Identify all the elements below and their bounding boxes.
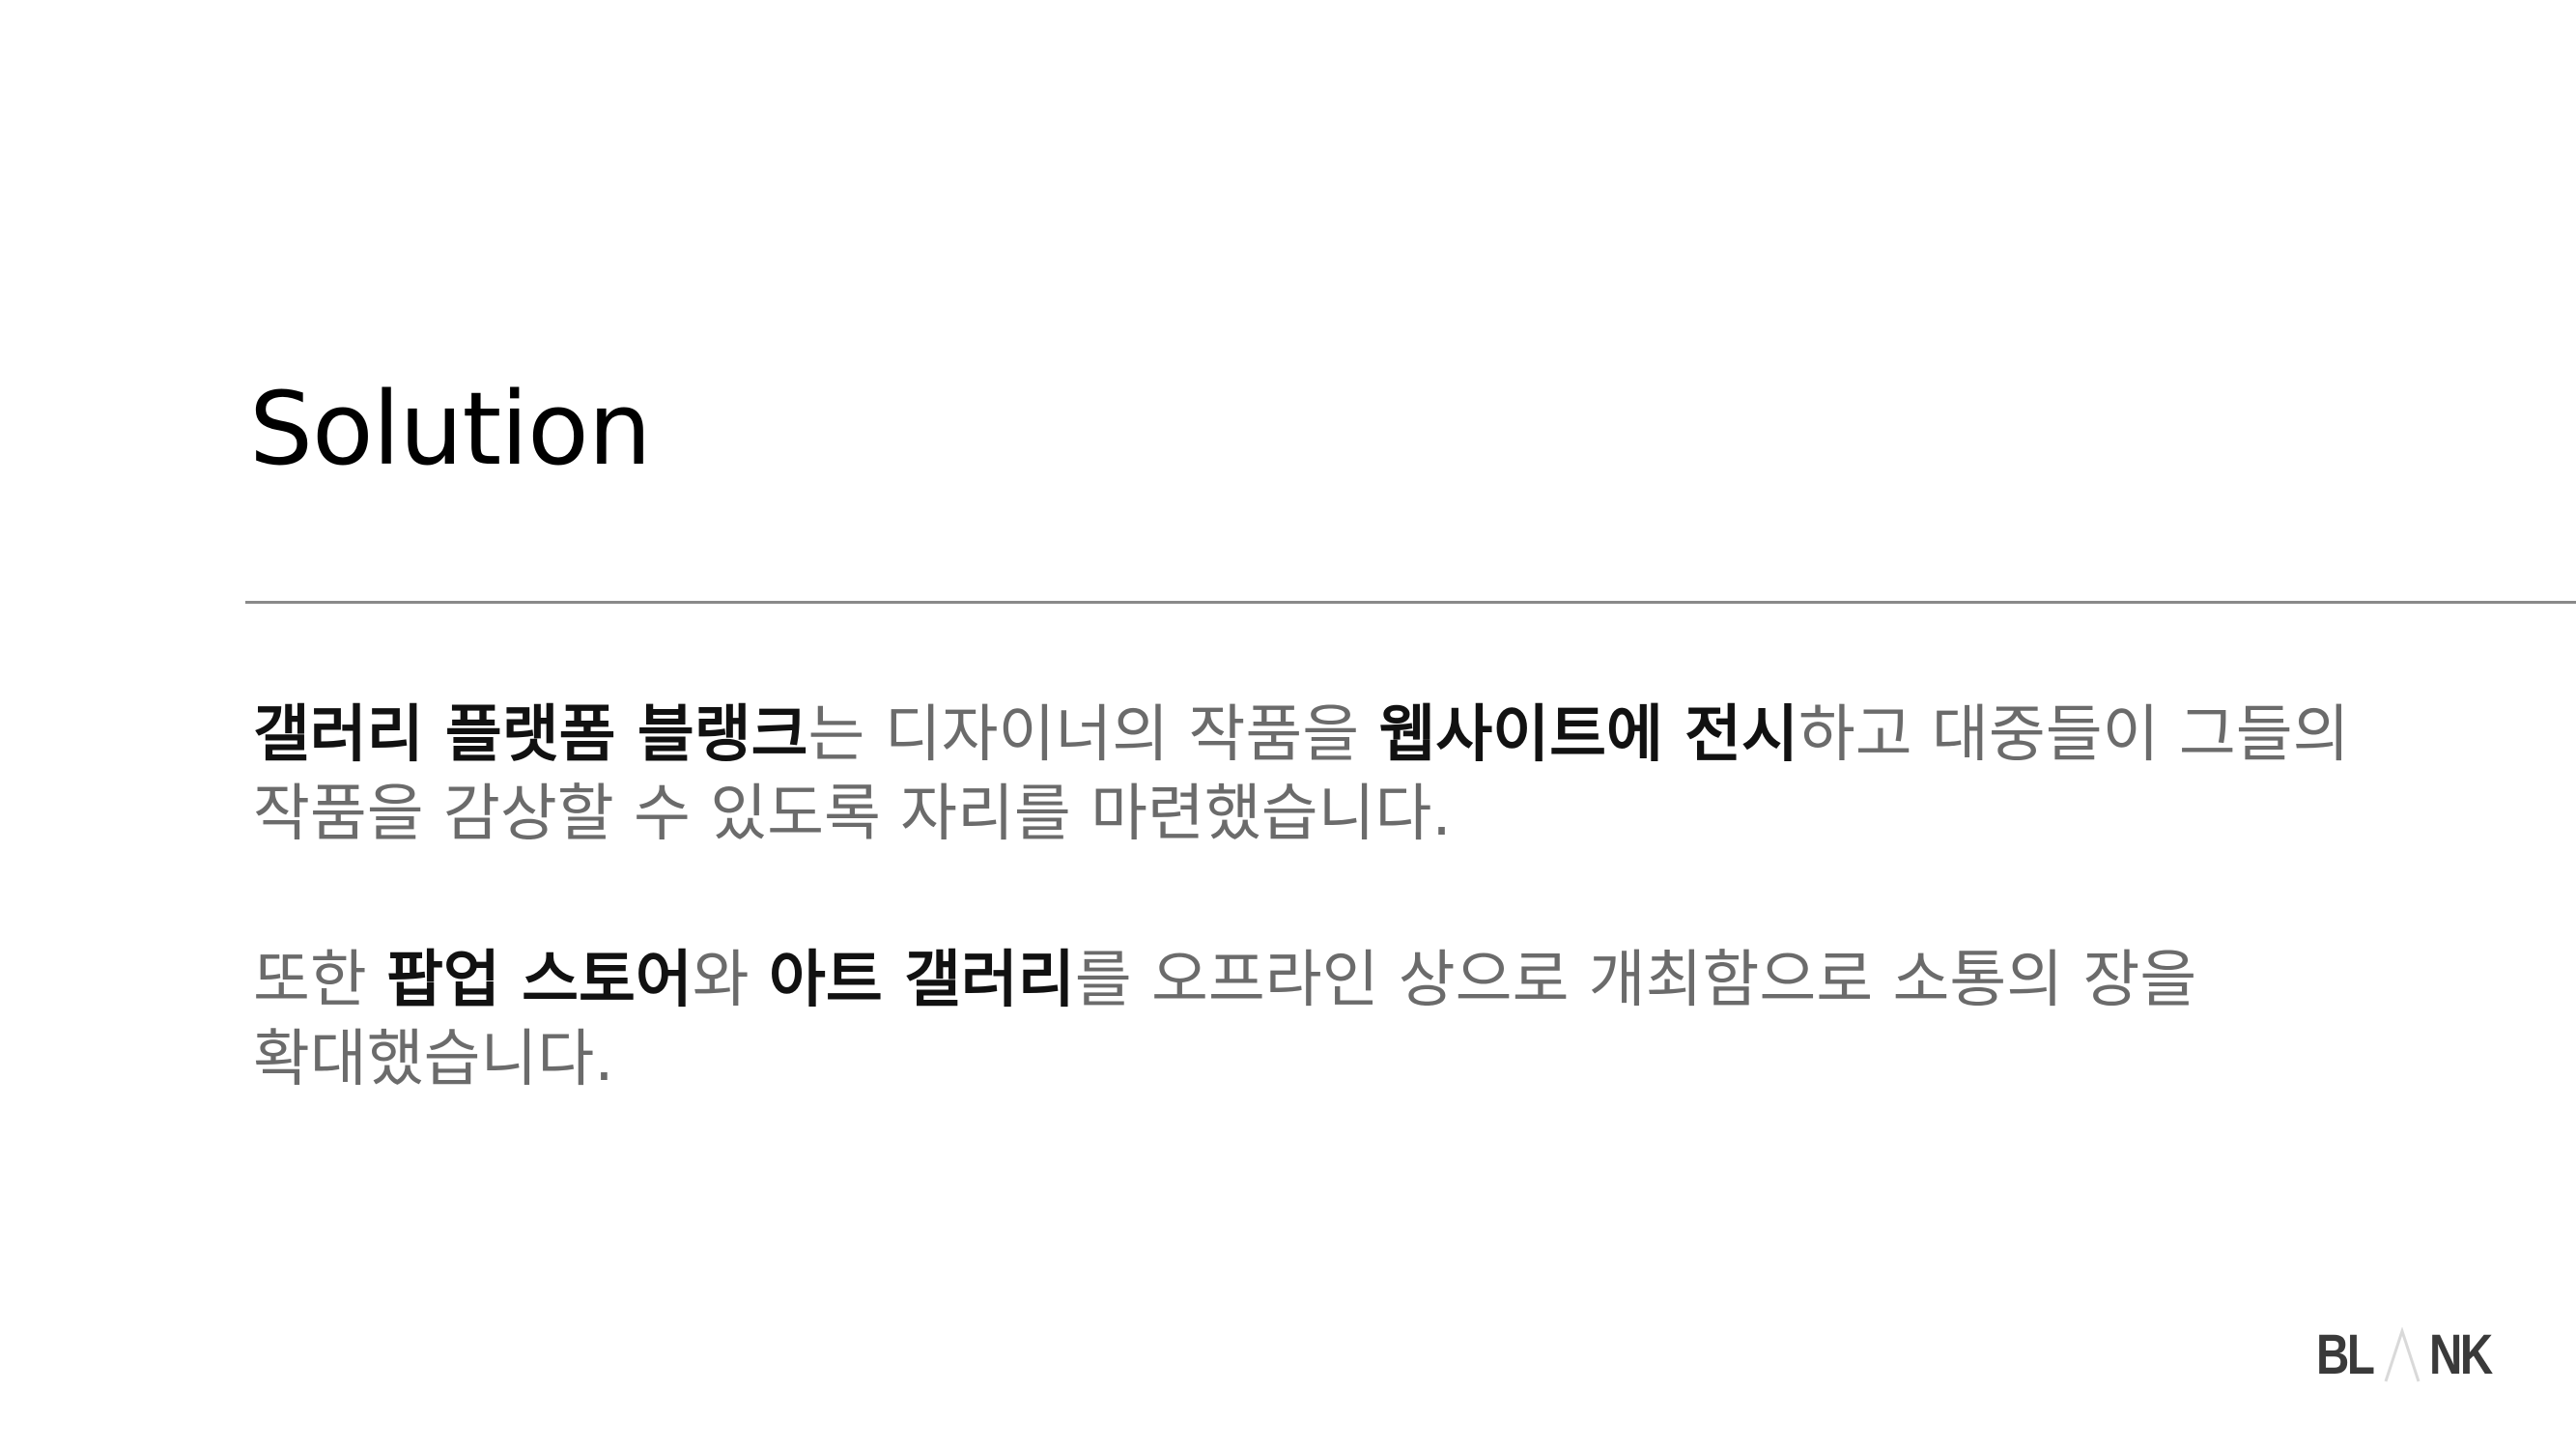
paragraph-offline: 또한 팝업 스토어와 아트 갤러리를 오프라인 상으로 개최함으로 소통의 장을… [253, 941, 2196, 1099]
logo-text-left: BL [2316, 1323, 2375, 1386]
emphasis-popup-store: 팝업 스토어 [386, 945, 693, 1016]
logo-text-right: NK [2429, 1323, 2493, 1386]
emphasis-art-gallery: 아트 갤러리 [769, 945, 1075, 1016]
body-text: 와 [692, 945, 770, 1016]
emphasis-web-exhibition: 웹사이트에 전시 [1378, 699, 1798, 771]
triangle-a-icon [2384, 1327, 2420, 1382]
emphasis-platform-name: 갤러리 플랫폼 블랭크 [253, 699, 808, 771]
paragraph-intro: 갤러리 플랫폼 블랭크는 디자이너의 작품을 웹사이트에 전시하고 대중들이 그… [253, 696, 2350, 854]
blank-logo: BL NK [2316, 1325, 2500, 1385]
body-text: 는 디자이너의 작품을 [807, 699, 1379, 771]
body-text: 를 오프라인 상으로 개최함으로 소통의 장을 [1074, 945, 2197, 1016]
slide-title: Solution [249, 370, 652, 488]
body-text: 확대했습니다. [253, 1024, 614, 1095]
body-text: 또한 [253, 945, 387, 1016]
divider-line [245, 601, 2576, 604]
body-text: 하고 대중들이 그들의 [1798, 699, 2350, 771]
body-text: 작품을 감상할 수 있도록 자리를 마련했습니다. [253, 779, 1452, 850]
